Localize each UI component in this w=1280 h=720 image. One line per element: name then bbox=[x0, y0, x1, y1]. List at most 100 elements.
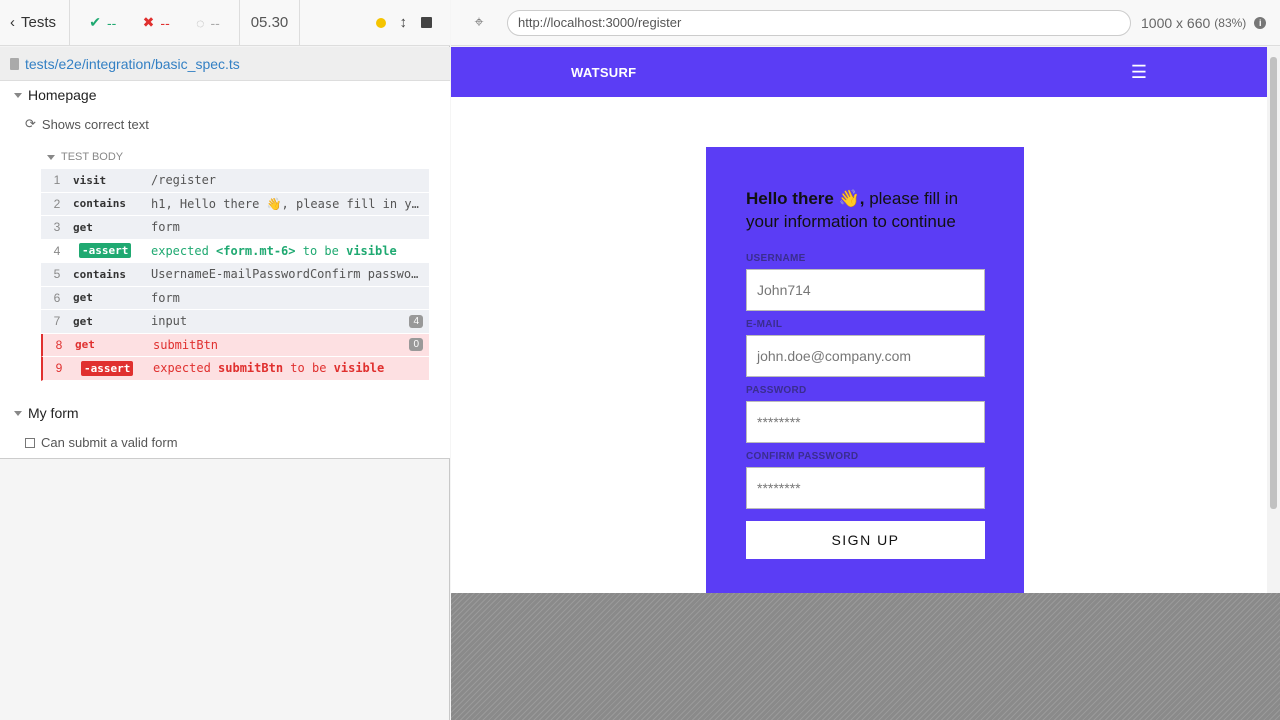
duration-timer: 05.30 bbox=[240, 0, 300, 45]
suite-title: My form bbox=[28, 405, 79, 421]
aut-header: ⌖ http://localhost:3000/register 1000 x … bbox=[451, 0, 1280, 46]
command-name: -assert bbox=[75, 360, 153, 376]
test-can-submit-valid-form[interactable]: Can submit a valid form bbox=[25, 435, 178, 450]
passed-stat: ✔ -- bbox=[89, 14, 116, 31]
assert-text: to be bbox=[290, 361, 327, 376]
sign-up-button[interactable]: SIGN UP bbox=[746, 521, 985, 559]
scrollbar[interactable] bbox=[1267, 47, 1280, 593]
file-icon bbox=[10, 57, 19, 70]
command-row[interactable]: 5 contains UsernameE-mailPasswordConfirm… bbox=[41, 263, 429, 287]
spec-file-link[interactable]: tests/e2e/integration/basic_spec.ts bbox=[25, 56, 240, 72]
test-title: Shows correct text bbox=[41, 116, 149, 132]
assert-text: to be bbox=[302, 243, 339, 258]
command-message: expected submitBtn to be visible bbox=[153, 361, 429, 375]
command-message: form bbox=[151, 220, 180, 235]
username-placeholder: John714 bbox=[757, 282, 811, 298]
caret-down-icon bbox=[14, 410, 22, 416]
spinner-icon: ◌ bbox=[196, 14, 205, 31]
command-row-error[interactable]: 8 get submitBtn 0 bbox=[41, 333, 429, 357]
password-placeholder: ******** bbox=[757, 414, 801, 430]
username-label: USERNAME bbox=[746, 253, 806, 264]
command-name: contains bbox=[73, 197, 126, 211]
username-field[interactable]: John714 bbox=[746, 269, 985, 311]
element-count-badge: 0 bbox=[409, 338, 423, 352]
assert-subject: <form.mt-6> bbox=[216, 243, 296, 258]
refresh-icon: ⟳ bbox=[25, 116, 36, 131]
suite-my-form[interactable]: My form bbox=[14, 405, 79, 421]
command-row[interactable]: 6 get form bbox=[41, 286, 429, 310]
form-heading: Hello there 👋, please fill in your infor… bbox=[746, 187, 984, 233]
run-controls: ↕ bbox=[300, 0, 450, 45]
selector-playground-button[interactable]: ⌖ bbox=[451, 14, 507, 32]
command-message: expected <form.mt-6> to be visible bbox=[151, 244, 429, 258]
confirm-password-field[interactable]: ******** bbox=[746, 467, 985, 509]
tests-back-button[interactable]: ‹ Tests bbox=[0, 0, 70, 45]
assert-expectation: visible bbox=[333, 361, 385, 376]
assert-text: expected bbox=[153, 361, 211, 376]
command-row[interactable]: 3 get form bbox=[41, 216, 429, 240]
app-under-test: WATSURF ☰ Hello there 👋, please fill in … bbox=[451, 47, 1280, 593]
chevron-left-icon: ‹ bbox=[10, 14, 15, 31]
scrollbar-thumb[interactable] bbox=[1270, 57, 1277, 509]
command-number: 5 bbox=[53, 267, 61, 282]
confirm-password-label: CONFIRM PASSWORD bbox=[746, 451, 859, 462]
suite-homepage[interactable]: Homepage bbox=[14, 87, 97, 103]
test-body-toggle[interactable]: TEST BODY bbox=[47, 151, 123, 163]
viewport-size: 1000 x 660 bbox=[1141, 14, 1211, 31]
suite-title: Homepage bbox=[28, 87, 97, 103]
test-body-label: TEST BODY bbox=[61, 151, 124, 163]
failed-count: -- bbox=[160, 14, 170, 31]
stop-button[interactable] bbox=[421, 17, 432, 28]
email-field[interactable]: john.doe@company.com bbox=[746, 335, 985, 377]
command-message: input bbox=[151, 314, 188, 329]
command-number: 4 bbox=[53, 243, 61, 258]
email-label: E-MAIL bbox=[746, 319, 783, 330]
register-form: Hello there 👋, please fill in your infor… bbox=[706, 147, 1024, 593]
command-message: form bbox=[151, 290, 180, 305]
confirm-password-placeholder: ******** bbox=[757, 480, 801, 496]
command-row[interactable]: 1 visit /register bbox=[41, 169, 429, 193]
running-indicator-icon bbox=[375, 17, 386, 28]
pending-checkbox-icon bbox=[25, 437, 35, 448]
element-count-badge: 4 bbox=[409, 314, 423, 328]
command-number: 6 bbox=[53, 290, 61, 305]
command-number: 3 bbox=[53, 220, 61, 235]
command-name: get bbox=[73, 314, 93, 328]
cross-icon: ✖ bbox=[142, 14, 155, 30]
command-name: get bbox=[73, 220, 93, 234]
failed-stat: ✖ -- bbox=[143, 14, 170, 31]
tests-label: Tests bbox=[21, 14, 57, 31]
viewport-scale: (83%) bbox=[1214, 15, 1247, 30]
command-row-assert[interactable]: 4 -assert expected <form.mt-6> to be vis… bbox=[41, 239, 429, 263]
pending-count: -- bbox=[210, 14, 220, 31]
info-icon[interactable]: i bbox=[1254, 16, 1267, 29]
assert-expectation: visible bbox=[346, 243, 397, 258]
test-shows-correct-text[interactable]: ⟳ Shows correct text bbox=[25, 116, 149, 132]
url-bar[interactable]: http://localhost:3000/register bbox=[507, 9, 1131, 36]
command-message: /register bbox=[151, 173, 217, 188]
command-number: 9 bbox=[55, 361, 63, 376]
command-name: -assert bbox=[73, 243, 151, 259]
password-field[interactable]: ******** bbox=[746, 401, 985, 443]
command-row[interactable]: 2 contains h1, Hello there 👋, please fil… bbox=[41, 192, 429, 216]
pending-stat: ◌ -- bbox=[196, 15, 220, 31]
runnables-list: Homepage ⟳ Shows correct text TEST BODY … bbox=[0, 81, 450, 459]
stats-summary: ✔ -- ✖ -- ◌ -- bbox=[70, 0, 240, 45]
hamburger-menu-icon[interactable]: ☰ bbox=[1131, 62, 1147, 83]
command-name: visit bbox=[73, 173, 107, 187]
brand-logo[interactable]: WATSURF bbox=[571, 65, 636, 80]
caret-down-icon bbox=[14, 92, 22, 98]
command-row[interactable]: 7 get input 4 bbox=[41, 310, 429, 334]
command-name: get bbox=[75, 338, 95, 352]
command-message: UsernameE-mailPasswordConfirm password bbox=[151, 267, 426, 282]
spec-header: tests/e2e/integration/basic_spec.ts bbox=[0, 47, 450, 81]
command-name: contains bbox=[73, 267, 126, 281]
password-label: PASSWORD bbox=[746, 385, 807, 396]
reporter-panel: ‹ Tests ✔ -- ✖ -- ◌ -- 05.30 ↕ tests/e2e… bbox=[0, 0, 450, 720]
command-row-error[interactable]: 9 -assert expected submitBtn to be visib… bbox=[41, 357, 429, 381]
viewport-info[interactable]: 1000 x 660 (83%) i bbox=[1141, 14, 1267, 31]
crosshair-icon: ⌖ bbox=[474, 13, 484, 31]
command-log: 1 visit /register 2 contains h1, Hello t… bbox=[41, 169, 429, 381]
assert-badge: -assert bbox=[79, 243, 132, 259]
auto-scroll-toggle-icon[interactable]: ↕ bbox=[400, 14, 408, 31]
